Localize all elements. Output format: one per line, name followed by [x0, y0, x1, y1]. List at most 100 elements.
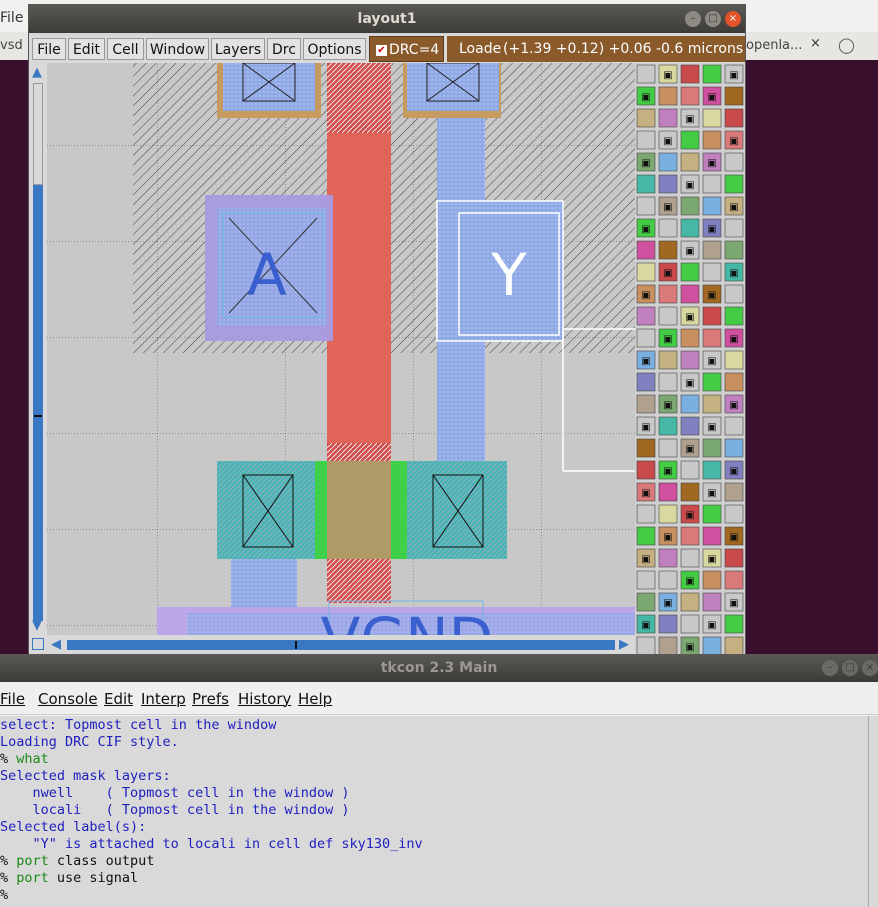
- layer-swatch: ▣: [658, 64, 678, 84]
- drc-toggle[interactable]: ✔ DRC=4: [369, 36, 444, 62]
- lock-icon: ▣: [685, 246, 694, 257]
- window-titlebar[interactable]: layout1 – □ ×: [29, 5, 745, 33]
- layer-swatch: [724, 548, 744, 568]
- label-y: Y: [490, 241, 527, 309]
- label-a: A: [247, 241, 287, 309]
- zoom-box-icon[interactable]: [32, 638, 44, 650]
- background-tab-right[interactable]: openla...: [746, 38, 812, 53]
- menu-layers[interactable]: Layers: [211, 38, 265, 60]
- lock-icon: ▣: [685, 642, 694, 653]
- layer-swatch: ▣: [702, 548, 722, 568]
- tkcon-titlebar[interactable]: tkcon 2.3 Main – □ ×: [0, 654, 878, 682]
- layer-swatch: ▣: [636, 416, 656, 436]
- layer-swatch: [658, 372, 678, 392]
- label-vgnd: VGND: [321, 605, 494, 635]
- layer-swatch: [702, 394, 722, 414]
- layer-swatch: [702, 196, 722, 216]
- tkcon-menu-interp[interactable]: Interp: [141, 690, 186, 708]
- layer-swatch: [724, 284, 744, 304]
- layer-swatch: [724, 438, 744, 458]
- user-icon[interactable]: ◯: [838, 36, 855, 54]
- layer-swatch: ▣: [702, 350, 722, 370]
- layer-swatch: [636, 306, 656, 326]
- tkcon-menu-console[interactable]: Console: [38, 690, 98, 708]
- console-line: % port use signal: [0, 870, 138, 887]
- tkcon-menu-edit[interactable]: Edit: [104, 690, 133, 708]
- lock-icon: ▣: [685, 312, 694, 323]
- scroll-left-arrow-icon[interactable]: ◀: [51, 638, 61, 652]
- layer-swatch: ▣: [702, 152, 722, 172]
- lock-icon: ▣: [641, 620, 650, 631]
- tkcon-menu-file[interactable]: File: [0, 690, 25, 708]
- drc-checkbox-icon[interactable]: ✔: [376, 44, 387, 56]
- layer-swatch: [702, 504, 722, 524]
- layout-drawing[interactable]: A Y VGND: [47, 63, 635, 635]
- layer-swatch: [658, 504, 678, 524]
- layer-palette[interactable]: ▣ ▣ ▣ ▣ ▣ ▣ ▣ ▣ ▣ ▣ ▣ ▣ ▣ ▣ ▣ ▣ ▣ ▣ ▣ ▣ ▣ ▣ ▣ ▣ ▣ ▣ ▣ ▣ ▣ ▣ ▣ ▣ ▣ ▣ ▣ ▣ ▣ ▣ ▣ ▣…: [635, 63, 745, 656]
- background-tab-left[interactable]: vsd: [0, 38, 23, 53]
- lock-icon: ▣: [641, 92, 650, 103]
- layer-palette-grid[interactable]: ▣ ▣ ▣ ▣ ▣ ▣ ▣ ▣ ▣ ▣ ▣ ▣ ▣ ▣ ▣ ▣ ▣ ▣ ▣ ▣ ▣ ▣ ▣ ▣ ▣ ▣ ▣ ▣ ▣ ▣ ▣ ▣ ▣ ▣ ▣ ▣ ▣ ▣ ▣ ▣…: [635, 63, 745, 656]
- top-left-locali: [223, 63, 315, 111]
- menu-file[interactable]: File: [32, 38, 66, 60]
- vertical-scroll-thumb[interactable]: [33, 83, 43, 185]
- menu-cell[interactable]: Cell: [107, 38, 144, 60]
- lock-icon: ▣: [663, 70, 672, 81]
- lock-icon: ▣: [707, 422, 716, 433]
- layer-swatch: ▣: [680, 240, 700, 260]
- layer-swatch: [658, 152, 678, 172]
- layer-swatch: [702, 64, 722, 84]
- menu-drc[interactable]: Drc: [267, 38, 301, 60]
- layer-swatch: [680, 350, 700, 370]
- tkcon-menu-prefs[interactable]: Prefs: [192, 690, 229, 708]
- tkcon-close-icon[interactable]: ×: [862, 660, 878, 676]
- layer-swatch: [658, 240, 678, 260]
- layer-swatch: [658, 482, 678, 502]
- console-output[interactable]: select: Topmost cell in the window Loadin…: [0, 716, 868, 907]
- magic-menubar: File Edit Cell Window Layers Drc Options…: [29, 35, 745, 63]
- layout-canvas[interactable]: A Y VGND: [47, 63, 635, 635]
- background-app-file-menu[interactable]: File: [0, 10, 23, 26]
- menu-edit[interactable]: Edit: [68, 38, 105, 60]
- layer-swatch: [636, 526, 656, 546]
- scroll-right-arrow-icon[interactable]: ▶: [619, 638, 629, 652]
- layer-swatch: [702, 262, 722, 282]
- layer-swatch: [658, 86, 678, 106]
- lock-icon: ▣: [707, 356, 716, 367]
- tkcon-minimize-icon[interactable]: –: [822, 660, 838, 676]
- console-args: class output: [48, 853, 155, 869]
- horizontal-scroll-track[interactable]: [67, 640, 615, 650]
- window-title: layout1: [357, 11, 417, 27]
- maximize-icon[interactable]: □: [705, 11, 721, 27]
- tkcon-maximize-icon[interactable]: □: [842, 660, 858, 676]
- layer-swatch: [636, 570, 656, 590]
- layer-swatch: [636, 196, 656, 216]
- console-scrollbar[interactable]: [868, 716, 878, 907]
- layer-swatch: [658, 438, 678, 458]
- tkcon-menu-history[interactable]: History: [238, 690, 291, 708]
- layer-swatch: [724, 240, 744, 260]
- console-prompt: %: [0, 853, 17, 869]
- console-line: %: [0, 887, 16, 904]
- layer-swatch: [636, 174, 656, 194]
- lock-icon: ▣: [729, 400, 738, 411]
- layer-swatch: [702, 636, 722, 656]
- layer-swatch: [680, 86, 700, 106]
- minimize-icon[interactable]: –: [685, 11, 701, 27]
- menu-window[interactable]: Window: [146, 38, 209, 60]
- layer-swatch: [680, 460, 700, 480]
- close-tab-icon[interactable]: ×: [810, 36, 821, 51]
- vertical-scrollbar[interactable]: ▲ ▼: [29, 63, 47, 635]
- scroll-up-arrow-icon[interactable]: ▲: [32, 66, 42, 80]
- layer-swatch: [636, 636, 656, 656]
- layer-swatch: [680, 592, 700, 612]
- horizontal-scrollbar[interactable]: ◀ ▶: [29, 635, 635, 655]
- scroll-down-arrow-icon[interactable]: ▼: [32, 619, 42, 633]
- menu-options[interactable]: Options: [303, 38, 366, 60]
- lock-icon: ▣: [729, 70, 738, 81]
- close-icon[interactable]: ×: [725, 11, 741, 27]
- layer-swatch: [702, 130, 722, 150]
- status-bar: Loaded (+1.39 +0.12) +0.06 -0.6 microns: [447, 36, 745, 62]
- tkcon-menu-help[interactable]: Help: [298, 690, 332, 708]
- layer-swatch: ▣: [702, 416, 722, 436]
